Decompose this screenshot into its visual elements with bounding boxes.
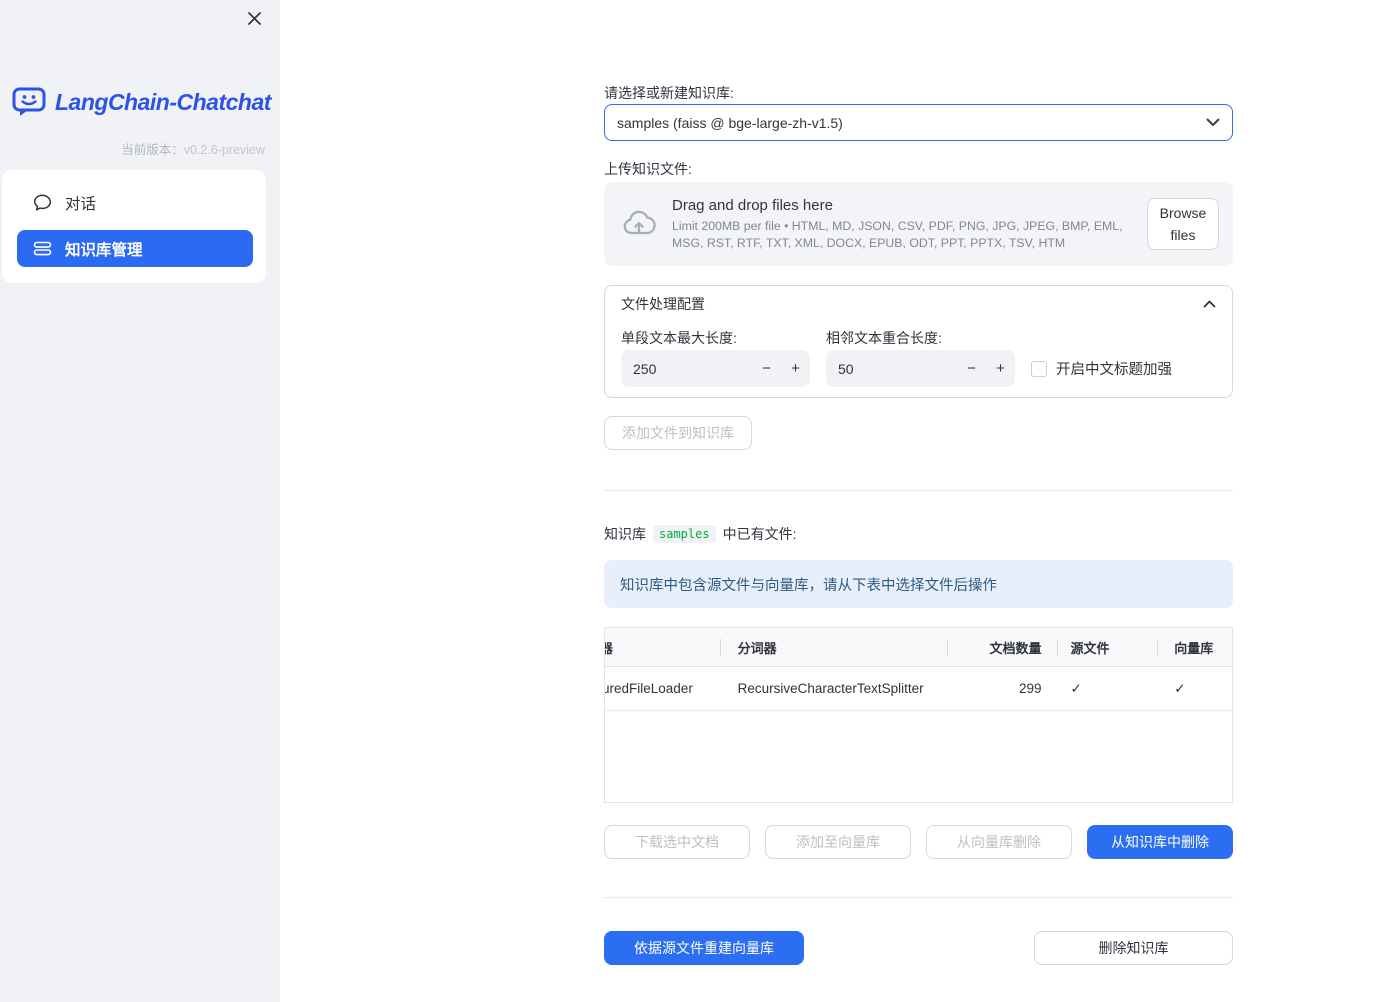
- file-actions-row: 下载选中文档 添加至向量库 从向量库删除 从知识库中删除: [604, 825, 1233, 859]
- version-info: 当前版本：v0.2.6-preview: [121, 139, 265, 158]
- chunk-overlap-value[interactable]: 50: [826, 361, 957, 377]
- sidebar-close-button[interactable]: [243, 7, 265, 29]
- delete-kb-button[interactable]: 删除知识库: [1034, 931, 1233, 965]
- file-config-expander: 文件处理配置 单段文本最大长度: 相邻文本重合长度: 250 − + 50 − …: [604, 285, 1233, 398]
- cell-vector-store-check: ✓: [1174, 680, 1186, 696]
- info-banner: 知识库中包含源文件与向量库，请从下表中选择文件后操作: [604, 560, 1233, 608]
- sidebar-item-knowledge-base[interactable]: 知识库管理: [17, 230, 253, 267]
- cell-splitter: RecursiveCharacterTextSplitter: [737, 681, 924, 696]
- plus-stepper-button[interactable]: +: [781, 350, 810, 387]
- chunk-size-value[interactable]: 250: [621, 361, 752, 377]
- dropzone-limit-text: Limit 200MB per file • HTML, MD, JSON, C…: [672, 219, 1123, 250]
- kb-select-label: 请选择或新建知识库:: [604, 85, 734, 101]
- dropzone-instructions: Drag and drop files here Limit 200MB per…: [672, 197, 1146, 250]
- main-content: 请选择或新建知识库: samples (faiss @ bge-large-zh…: [604, 0, 1233, 1002]
- browse-files-button[interactable]: Browse files: [1147, 198, 1219, 250]
- info-banner-text: 知识库中包含源文件与向量库，请从下表中选择文件后操作: [620, 577, 997, 594]
- version-value: v0.2.6-preview: [183, 143, 265, 157]
- expander-title: 文件处理配置: [621, 296, 705, 312]
- col-header-vector-store: 向量库: [1157, 628, 1232, 666]
- file-dropzone[interactable]: Drag and drop files here Limit 200MB per…: [604, 182, 1233, 266]
- table-row[interactable]: uredFileLoader RecursiveCharacterTextSpl…: [605, 667, 1232, 711]
- sidebar-item-label: 对话: [65, 195, 97, 213]
- kb-files-table: 器 分词器 文档数量 源文件 向量库 uredFileLoader Recurs…: [604, 627, 1233, 803]
- delete-from-vector-store-button[interactable]: 从向量库删除: [926, 825, 1072, 859]
- col-header-loader-clipped: 器: [605, 628, 720, 666]
- close-icon: [247, 11, 262, 26]
- kb-files-heading: 知识库 samples 中已有文件:: [604, 524, 796, 544]
- download-selected-button[interactable]: 下载选中文档: [604, 825, 750, 859]
- zh-title-enhance-option: 开启中文标题加强: [1031, 358, 1172, 379]
- chat-bubble-icon: [33, 193, 52, 212]
- cloud-upload-icon: [620, 205, 658, 243]
- sidebar: LangChain-Chatchat 当前版本：v0.2.6-preview 对…: [0, 0, 280, 1002]
- col-header-doc-count: 文档数量: [946, 628, 1057, 666]
- kb-files-prefix: 知识库: [604, 526, 646, 542]
- divider: [604, 897, 1233, 898]
- expander-header[interactable]: 文件处理配置: [605, 286, 1232, 322]
- zh-title-enhance-label[interactable]: 开启中文标题加强: [1056, 358, 1172, 379]
- chunk-size-input[interactable]: 250 − +: [621, 350, 810, 387]
- logo-chat-smiley-icon: [11, 86, 47, 119]
- kb-name-code-chip: samples: [653, 525, 716, 543]
- minus-stepper-button[interactable]: −: [957, 350, 986, 387]
- minus-stepper-button[interactable]: −: [752, 350, 781, 387]
- plus-stepper-button[interactable]: +: [986, 350, 1015, 387]
- chevron-down-icon: [1206, 118, 1220, 127]
- kb-select-dropdown[interactable]: samples (faiss @ bge-large-zh-v1.5): [604, 104, 1233, 141]
- cell-loader-clipped: uredFileLoader: [605, 681, 693, 696]
- cell-source-file-check: ✓: [1070, 680, 1082, 696]
- divider: [604, 490, 1233, 491]
- app-logo: LangChain-Chatchat: [11, 86, 271, 119]
- app-root: LangChain-Chatchat 当前版本：v0.2.6-preview 对…: [0, 0, 1380, 1002]
- add-to-vector-store-button[interactable]: 添加至向量库: [765, 825, 911, 859]
- add-files-to-kb-button[interactable]: 添加文件到知识库: [604, 416, 752, 450]
- chunk-overlap-input[interactable]: 50 − +: [826, 350, 1015, 387]
- sidebar-menu: 对话 知识库管理: [2, 170, 266, 283]
- uploader-label: 上传知识文件:: [604, 161, 692, 177]
- version-label: 当前版本：: [121, 143, 184, 157]
- col-header-source-file: 源文件: [1056, 628, 1158, 666]
- logo-text: LangChain-Chatchat: [55, 89, 271, 115]
- dropzone-title: Drag and drop files here: [672, 197, 833, 215]
- kb-files-suffix: 中已有文件:: [722, 526, 797, 542]
- rebuild-vector-store-button[interactable]: 依据源文件重建向量库: [604, 931, 804, 965]
- sidebar-item-dialogue[interactable]: 对话: [17, 184, 253, 221]
- kb-footer-actions: 依据源文件重建向量库 删除知识库: [604, 931, 1233, 965]
- cell-doc-count: 299: [1018, 681, 1042, 696]
- col-header-splitter: 分词器: [719, 628, 947, 666]
- table-header-row: 器 分词器 文档数量 源文件 向量库: [605, 628, 1232, 667]
- chevron-up-icon: [1203, 300, 1216, 308]
- sidebar-item-label: 知识库管理: [65, 241, 143, 259]
- delete-from-kb-button[interactable]: 从知识库中删除: [1087, 825, 1233, 859]
- chunk-overlap-label: 相邻文本重合长度:: [826, 330, 942, 346]
- chunk-size-label: 单段文本最大长度:: [621, 330, 737, 346]
- stacked-cards-icon: [33, 239, 52, 258]
- kb-select-value: samples (faiss @ bge-large-zh-v1.5): [617, 114, 843, 131]
- zh-title-enhance-checkbox[interactable]: [1031, 360, 1047, 377]
